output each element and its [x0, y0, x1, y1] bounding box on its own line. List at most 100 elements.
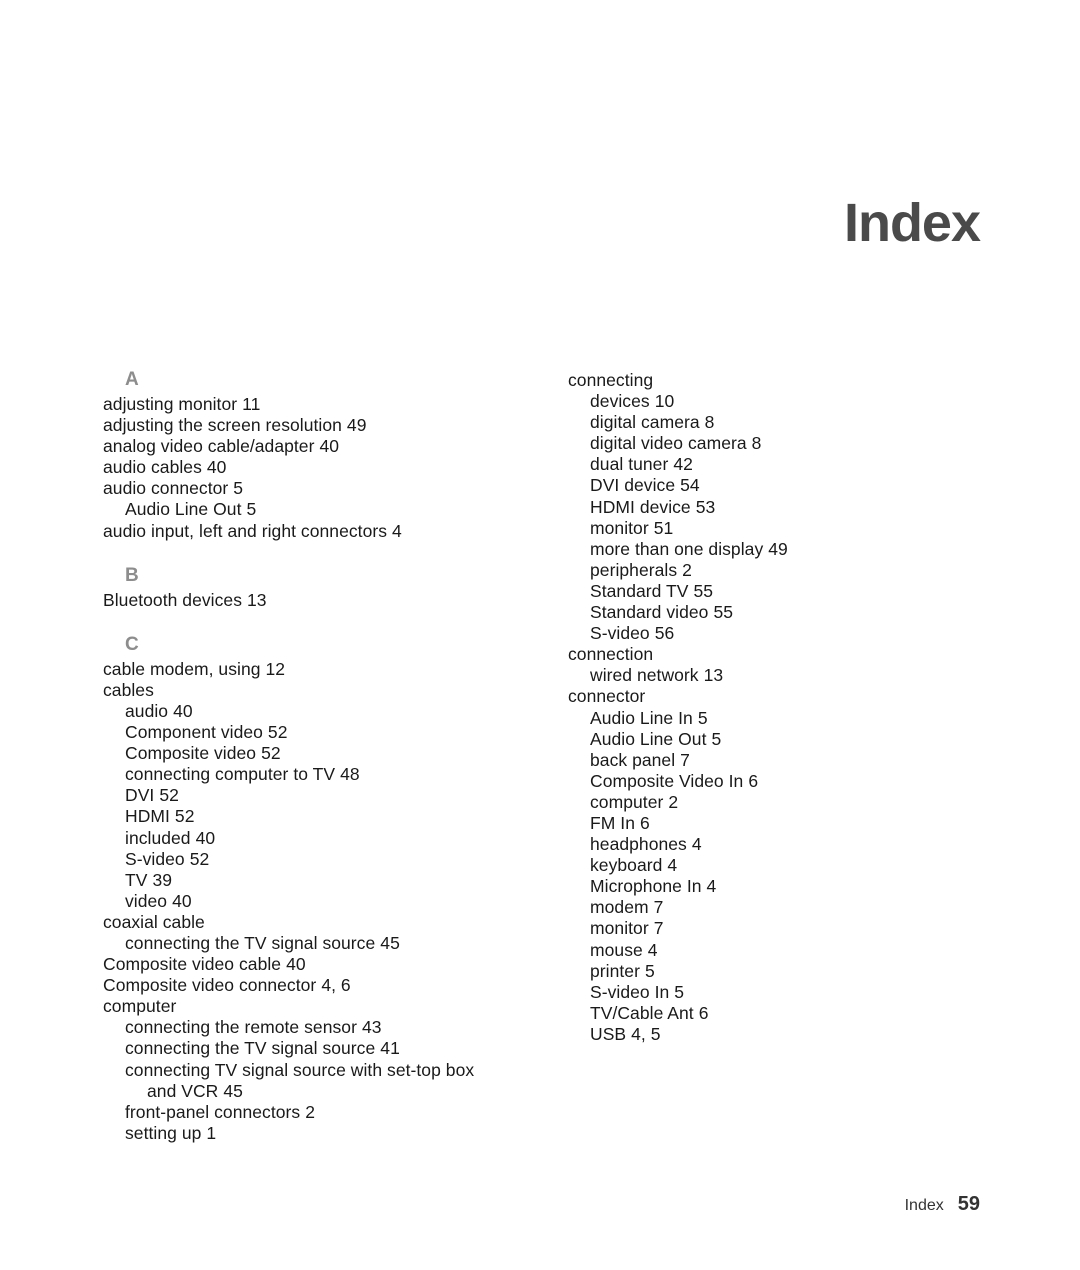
index-entry-page-numbers: 5	[711, 728, 722, 749]
index-entry-page-numbers: 4, 5	[631, 1023, 661, 1044]
index-entry: USB 4, 5	[568, 1024, 1008, 1045]
index-entry: front-panel connectors 2	[103, 1102, 543, 1123]
index-entry: TV/Cable Ant 6	[568, 1003, 1008, 1024]
index-letter-group: connecting devices 10 digital camera 8 digita…	[568, 370, 1008, 1045]
index-entry: included 40	[103, 828, 543, 849]
index-entry-label: Composite video cable	[103, 954, 282, 975]
index-entry-page-numbers: 40	[206, 457, 227, 478]
index-entry-page-numbers: 11	[242, 394, 261, 414]
index-entry-page-numbers: 56	[654, 623, 675, 644]
index-entry-page-numbers: 7	[653, 897, 664, 918]
index-entry-label: DVI device	[590, 475, 676, 496]
index-entry: S-video In 5	[568, 982, 1008, 1003]
index-entry: video 40	[103, 891, 543, 912]
index-entry-page-numbers: 4	[691, 834, 702, 855]
page-footer: Index 59	[905, 1193, 980, 1216]
index-column-left: Aadjusting monitor 11 adjusting the screen…	[103, 369, 543, 1144]
index-entry: monitor 51	[568, 518, 1008, 539]
index-entry: coaxial cable	[103, 912, 543, 933]
index-entry-label: back panel	[590, 749, 676, 770]
index-entry-label: coaxial cable	[103, 911, 205, 932]
index-entry: TV 39	[103, 870, 543, 891]
index-entry-page-numbers: 4	[706, 876, 717, 897]
index-entry-label: monitor	[590, 918, 649, 939]
index-letter-heading: C	[125, 633, 139, 655]
index-entry-label: connecting computer to TV	[125, 764, 336, 785]
index-entry-page-numbers: 45	[380, 932, 400, 953]
index-entry: computer 2	[568, 792, 1008, 813]
index-entry-page-numbers: 55	[713, 602, 734, 623]
index-entry: S-video 52	[103, 849, 543, 870]
index-letter-group: B Bluetooth devices 13	[103, 565, 543, 611]
index-entry-label: TV	[125, 869, 148, 890]
index-entry-page-numbers: 48	[340, 764, 360, 785]
index-entry-label: devices	[590, 391, 650, 412]
index-entry-page-numbers: 43	[361, 1017, 382, 1038]
index-entry-page-numbers: 53	[695, 496, 716, 517]
index-entry-page-numbers: 42	[673, 454, 693, 475]
index-entry-label: Bluetooth devices	[103, 589, 242, 610]
index-entry-page-numbers: 13	[247, 589, 267, 610]
page-title: Index	[843, 193, 981, 253]
index-entry: audio connector 5	[103, 478, 543, 499]
index-entry: mouse 4	[568, 940, 1008, 961]
index-entry: wired network 13	[568, 665, 1008, 686]
index-entry-label: TV/Cable Ant	[590, 1002, 694, 1023]
index-entry-page-numbers: 5	[233, 478, 244, 499]
index-entry-page-numbers: 49	[768, 538, 788, 559]
index-entry: adjusting monitor 11	[103, 394, 543, 415]
index-entry: connecting computer to TV 48	[103, 764, 543, 785]
index-entry: headphones 4	[568, 834, 1008, 855]
index-entry: HDMI 52	[103, 806, 543, 827]
index-letter-heading: A	[125, 369, 139, 390]
index-entry-page-numbers: 52	[189, 848, 210, 869]
index-entry-page-numbers: 52	[261, 743, 281, 764]
index-entry: Composite Video In 6	[568, 771, 1008, 792]
index-entry-label: connecting the TV signal source	[125, 1038, 376, 1059]
index-entry: audio 40	[103, 701, 543, 722]
index-entry-label: setting up	[125, 1122, 202, 1143]
index-entry-label: cables	[103, 679, 154, 700]
index-entry-page-numbers: 54	[680, 475, 700, 496]
index-entry-page-numbers: 2	[668, 791, 679, 812]
index-entry-label: DVI	[125, 785, 155, 806]
index-entry-label: Standard TV	[590, 580, 689, 601]
index-entry: S-video 56	[568, 623, 1008, 644]
index-entry: audio input, left and right connectors 4	[103, 521, 543, 542]
index-entry: Audio Line Out 5	[103, 499, 543, 520]
index-entry-page-numbers: 7	[653, 918, 664, 939]
index-entry-page-numbers: 6	[698, 1002, 709, 1023]
index-entry-page-numbers: 52	[159, 785, 179, 806]
index-entry: Audio Line In 5	[568, 708, 1008, 729]
index-entry: connecting the TV signal source 45	[103, 933, 543, 954]
index-entry-page-numbers: 8	[704, 412, 715, 433]
index-entry-label: Audio Line In	[590, 707, 693, 728]
index-entry: DVI 52	[103, 785, 543, 806]
index-entry-page-numbers: 10	[654, 391, 675, 412]
index-entry-page-numbers: 4	[667, 855, 678, 876]
index-entry: Composite video 52	[103, 743, 543, 764]
index-entry-page-numbers: 40	[173, 700, 193, 721]
index-entry-label: keyboard	[590, 855, 663, 876]
index-entry-page-numbers: 45	[223, 1080, 243, 1101]
index-entry: connecting TV signal source with set-top…	[103, 1060, 485, 1102]
index-entry: peripherals 2	[568, 560, 1008, 581]
index-entry: Composite video cable 40	[103, 954, 543, 975]
index-entry: cables	[103, 680, 543, 701]
index-entry-label: headphones	[590, 834, 687, 855]
index-entry: FM In 6	[568, 813, 1008, 834]
index-entry: HDMI device 53	[568, 497, 1008, 518]
index-entry-label: wired network	[590, 665, 699, 686]
index-entry: keyboard 4	[568, 855, 1008, 876]
index-entry: Component video 52	[103, 722, 543, 743]
index-entry-page-numbers: 4	[392, 520, 402, 541]
index-entry-label: S-video	[590, 623, 650, 644]
index-entry-label: adjusting monitor	[103, 394, 238, 414]
index-entry-page-numbers: 5	[246, 499, 257, 520]
index-entry-label: front-panel connectors	[125, 1101, 301, 1122]
index-entry-label: video	[125, 890, 168, 911]
index-entry: Standard video 55	[568, 602, 1008, 623]
index-entry: back panel 7	[568, 750, 1008, 771]
index-entry-page-numbers: 4, 6	[321, 975, 351, 996]
index-entry: modem 7	[568, 897, 1008, 918]
